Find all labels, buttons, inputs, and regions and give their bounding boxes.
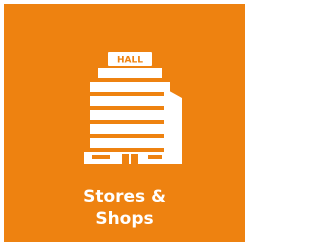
mall-sign-text: HALL xyxy=(117,56,143,66)
tile-label: Stores & Shops xyxy=(4,186,245,230)
mall-building-icon: HALL xyxy=(78,50,188,168)
tile-label-line-2: Shops xyxy=(95,209,154,229)
tile-label-line-1: Stores & xyxy=(83,187,166,207)
stores-and-shops-tile[interactable]: HALL Stores & Shops xyxy=(0,0,249,246)
